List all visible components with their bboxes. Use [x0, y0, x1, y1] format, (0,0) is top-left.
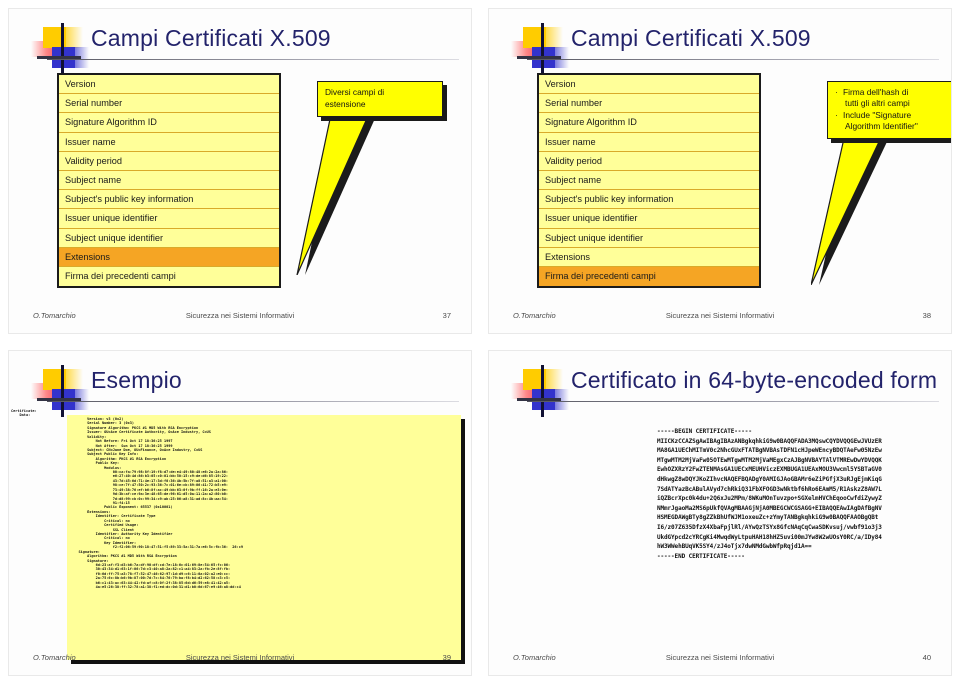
certificate-fields-table: Version Serial number Signature Algorith…	[537, 73, 761, 289]
logo-vertical-bar	[61, 365, 64, 417]
page-title: Campi Certificati X.509	[91, 25, 331, 51]
table-row: Version	[59, 75, 279, 95]
footer-page-number: 37	[442, 311, 451, 320]
callout-tail	[811, 125, 951, 285]
table-row: Validity period	[539, 151, 759, 171]
brand-logo-icon	[31, 23, 89, 75]
slide-canvas: Certificato in 64-byte-encoded form ----…	[488, 350, 952, 676]
certificate-dump-text: Version: v3 (0x2) Serial Number: 3 (0x3)…	[78, 417, 243, 590]
certificate-dump-header: Certificate: Data:	[11, 409, 37, 418]
callout-bullet-2-line-2: Algorithm Identifier"	[845, 120, 918, 131]
callout-tail	[291, 105, 471, 275]
callout-line-2: estensione	[325, 98, 366, 109]
title-divider	[527, 401, 939, 402]
slide-39: Esempio Certificate: Data: Version: v3 (…	[0, 342, 480, 684]
brand-logo-icon	[31, 365, 89, 417]
certificate-dump-panel: Version: v3 (0x2) Serial Number: 3 (0x3)…	[67, 415, 461, 660]
slide-canvas: Campi Certificati X.509 Version Serial n…	[8, 8, 472, 334]
table-row: Issuer name	[59, 132, 279, 152]
bullet-dot-icon: ·	[835, 87, 838, 97]
table-row: Subject name	[59, 170, 279, 191]
bullet-dot-icon: ·	[835, 109, 838, 120]
footer-course: Sicurezza nei Sistemi Informativi	[665, 311, 775, 320]
page-title: Esempio	[91, 367, 182, 393]
table-row: Issuer unique identifier	[59, 209, 279, 229]
title-divider	[47, 401, 459, 402]
title-divider	[527, 59, 939, 60]
table-row: Signature Algorithm ID	[539, 113, 759, 133]
certificate-fields-table: Version Serial number Signature Algorith…	[57, 73, 281, 289]
table-row: Firma dei precedenti campi	[59, 266, 279, 287]
footer-course: Sicurezza nei Sistemi Informativi	[185, 311, 295, 320]
callout-bullet-list: · Firma dell'hash di tutti gli altri cam…	[835, 87, 949, 132]
table-row: Validity period	[59, 151, 279, 171]
page-title: Campi Certificati X.509	[571, 25, 811, 51]
list-item: · Firma dell'hash di tutti gli altri cam…	[835, 87, 949, 110]
title-divider	[47, 59, 459, 60]
table-row-highlighted: Extensions	[59, 247, 279, 267]
slide-footer: O.Tomarchio Sicurezza nei Sistemi Inform…	[505, 653, 935, 667]
callout-box: · Firma dell'hash di tutti gli altri cam…	[827, 81, 951, 140]
brand-logo-icon	[511, 365, 569, 417]
callout-signature: · Firma dell'hash di tutti gli altri cam…	[811, 81, 951, 285]
slide-40: Certificato in 64-byte-encoded form ----…	[480, 342, 960, 684]
slide-canvas: Esempio Certificate: Data: Version: v3 (…	[8, 350, 472, 676]
callout-bullet-1-line-2: tutti gli altri campi	[845, 98, 910, 109]
logo-vertical-bar	[541, 23, 544, 75]
footer-course: Sicurezza nei Sistemi Informativi	[665, 653, 775, 662]
table-row: Issuer name	[539, 132, 759, 152]
table-row: Signature Algorithm ID	[59, 113, 279, 133]
pem-certificate-block: -----BEGIN CERTIFICATE----- MIICKzCCAZSg…	[657, 427, 951, 561]
slide-footer: O.Tomarchio Sicurezza nei Sistemi Inform…	[25, 653, 455, 667]
footer-page-number: 40	[922, 653, 931, 662]
table-row: Serial number	[59, 94, 279, 114]
footer-page-number: 38	[922, 311, 931, 320]
callout-bullet-2-line-1: Include "Signature	[843, 109, 912, 120]
table-row: Subject name	[539, 170, 759, 191]
brand-logo-icon	[511, 23, 569, 75]
callout-bullet-1-line-1: Firma dell'hash di	[843, 87, 909, 97]
table-row: Issuer unique identifier	[539, 209, 759, 229]
table-row: Subject unique identifier	[539, 228, 759, 248]
table-row-highlighted: Firma dei precedenti campi	[539, 266, 759, 287]
slide-38: Campi Certificati X.509 Version Serial n…	[480, 0, 960, 342]
table-row: Subject's public key information	[59, 190, 279, 210]
pem-certificate-text: -----BEGIN CERTIFICATE----- MIICKzCCAZSg…	[657, 428, 882, 560]
callout-extensions: Diversi campi di estensione	[291, 81, 471, 275]
list-item: · Include "Signature Algorithm Identifie…	[835, 110, 949, 133]
callout-box: Diversi campi di estensione	[317, 81, 443, 118]
slide-canvas: Campi Certificati X.509 Version Serial n…	[488, 8, 952, 334]
slide-footer: O.Tomarchio Sicurezza nei Sistemi Inform…	[25, 311, 455, 325]
table-row: Version	[539, 75, 759, 95]
logo-vertical-bar	[61, 23, 64, 75]
table-row: Subject unique identifier	[59, 228, 279, 248]
slide-footer: O.Tomarchio Sicurezza nei Sistemi Inform…	[505, 311, 935, 325]
page-title: Certificato in 64-byte-encoded form	[571, 367, 938, 393]
slide-deck: Campi Certificati X.509 Version Serial n…	[0, 0, 960, 684]
footer-course: Sicurezza nei Sistemi Informativi	[185, 653, 295, 662]
footer-page-number: 39	[442, 653, 451, 662]
callout-line-1: Diversi campi di	[325, 87, 385, 97]
table-row: Subject's public key information	[539, 190, 759, 210]
slide-37: Campi Certificati X.509 Version Serial n…	[0, 0, 480, 342]
logo-vertical-bar	[541, 365, 544, 417]
table-row: Extensions	[539, 247, 759, 267]
table-row: Serial number	[539, 94, 759, 114]
